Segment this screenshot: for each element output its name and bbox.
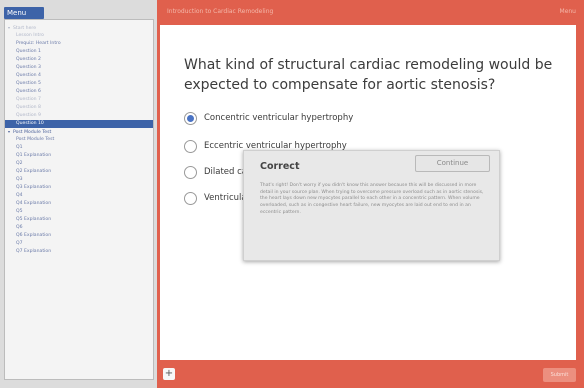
menu-item-label: Q2: [16, 161, 23, 166]
menu-item-label: Question 3: [16, 65, 41, 70]
menu-item-label: Question 10: [16, 121, 44, 126]
menu-item[interactable]: Question 10: [5, 120, 153, 128]
answer-option-label: Concentric ventricular hypertrophy: [204, 113, 354, 123]
feedback-dialog: Correct Continue That's right! Don't wor…: [243, 150, 500, 261]
menu-item-label: Question 7: [16, 97, 41, 102]
menu-tab[interactable]: Menu: [4, 7, 44, 19]
lesson-title: Introduction to Cardiac Remodeling: [167, 8, 274, 15]
radio-icon[interactable]: [184, 165, 197, 179]
menu-list: ▾ Start here Lesson Intro Prequiz: Heart In…: [5, 20, 153, 256]
menu-item-label: Question 1: [16, 49, 41, 54]
feedback-body: That's right! Don't worry if you didn't …: [260, 183, 484, 215]
radio-icon[interactable]: [184, 139, 197, 153]
menu-item[interactable]: Q6 Explanation: [5, 232, 153, 240]
menu-item[interactable]: Q3 Explanation: [5, 184, 153, 192]
menu-item-label: Prequiz: Heart Intro: [16, 41, 61, 46]
menu-item-label: Q3: [16, 177, 23, 182]
menu-item-label: Q6 Explanation: [16, 233, 52, 238]
menu-item[interactable]: Q1: [5, 144, 153, 152]
answer-option-1[interactable]: Concentric ventricular hypertrophy: [184, 110, 353, 126]
feedback-title: Correct: [260, 161, 300, 172]
menu-item-label: Q4 Explanation: [16, 201, 52, 206]
question-text: What kind of structural cardiac remodeli…: [184, 57, 553, 93]
menu-item-label: Start here: [13, 26, 37, 31]
continue-button[interactable]: Continue: [415, 155, 490, 172]
menu-item[interactable]: Lesson Intro: [5, 32, 153, 40]
menu-item[interactable]: Q4 Explanation: [5, 200, 153, 208]
menu-item-label: Question 4: [16, 73, 41, 78]
menu-item[interactable]: Q3: [5, 176, 153, 184]
menu-item-label: Q4: [16, 193, 23, 198]
menu-item[interactable]: Q7 Explanation: [5, 248, 153, 256]
menu-item[interactable]: Q4: [5, 192, 153, 200]
menu-item-label: Question 2: [16, 57, 41, 62]
menu-item[interactable]: Post Module Test: [5, 136, 153, 144]
menu-item-label: Q6: [16, 225, 23, 230]
menu-item-label: Q5 Explanation: [16, 217, 52, 222]
menu-item-label: Question 9: [16, 113, 41, 118]
menu-item[interactable]: Question 3: [5, 64, 153, 72]
menu-item[interactable]: Question 9: [5, 112, 153, 120]
menu-item-label: Q2 Explanation: [16, 169, 52, 174]
menu-item[interactable]: Q5 Explanation: [5, 216, 153, 224]
menu-item[interactable]: Question 4: [5, 72, 153, 80]
menu-item[interactable]: Q1 Explanation: [5, 152, 153, 160]
sidebar: Menu ▾ Start here Lesson Intro Prequiz: Hea…: [0, 0, 157, 388]
menu-item-label: Q1: [16, 145, 23, 150]
menu-item[interactable]: Q2: [5, 160, 153, 168]
menu-item[interactable]: Q6: [5, 224, 153, 232]
menu-item[interactable]: Question 7: [5, 96, 153, 104]
radio-icon[interactable]: [184, 191, 197, 205]
menu-item-label: Q7: [16, 241, 23, 246]
radio-selected-icon[interactable]: [184, 111, 197, 125]
menu-item-label: Q5: [16, 209, 23, 214]
menu-item-label: Question 8: [16, 105, 41, 110]
menu-item[interactable]: Q7: [5, 240, 153, 248]
menu-item[interactable]: Q5: [5, 208, 153, 216]
menu-item-label: Q7 Explanation: [16, 249, 52, 254]
menu-item-label: Question 6: [16, 89, 41, 94]
header-menu-link[interactable]: Menu: [560, 8, 576, 15]
menu-item-label: Lesson Intro: [16, 33, 44, 38]
footer-bar: + Submit: [157, 360, 584, 388]
submit-button[interactable]: Submit: [543, 368, 576, 382]
menu-item-label: Q1 Explanation: [16, 153, 52, 158]
header-bar: Introduction to Cardiac Remodeling Menu: [157, 0, 584, 25]
menu-item[interactable]: Prequiz: Heart Intro: [5, 40, 153, 48]
menu-item-label: Post Module Test: [13, 130, 52, 135]
menu-item-label: Post Module Test: [16, 137, 55, 142]
add-button[interactable]: +: [163, 368, 175, 380]
menu-item[interactable]: Question 1: [5, 48, 153, 56]
menu-panel: ▾ Start here Lesson Intro Prequiz: Heart In…: [4, 19, 154, 380]
menu-item[interactable]: Question 6: [5, 88, 153, 96]
menu-section[interactable]: ▾ Post Module Test: [5, 128, 153, 136]
menu-item[interactable]: Question 2: [5, 56, 153, 64]
menu-item-label: Question 5: [16, 81, 41, 86]
menu-item[interactable]: Q2 Explanation: [5, 168, 153, 176]
menu-item[interactable]: Question 8: [5, 104, 153, 112]
menu-item-label: Q3 Explanation: [16, 185, 52, 190]
menu-item[interactable]: Question 5: [5, 80, 153, 88]
menu-section[interactable]: ▾ Start here: [5, 24, 153, 32]
